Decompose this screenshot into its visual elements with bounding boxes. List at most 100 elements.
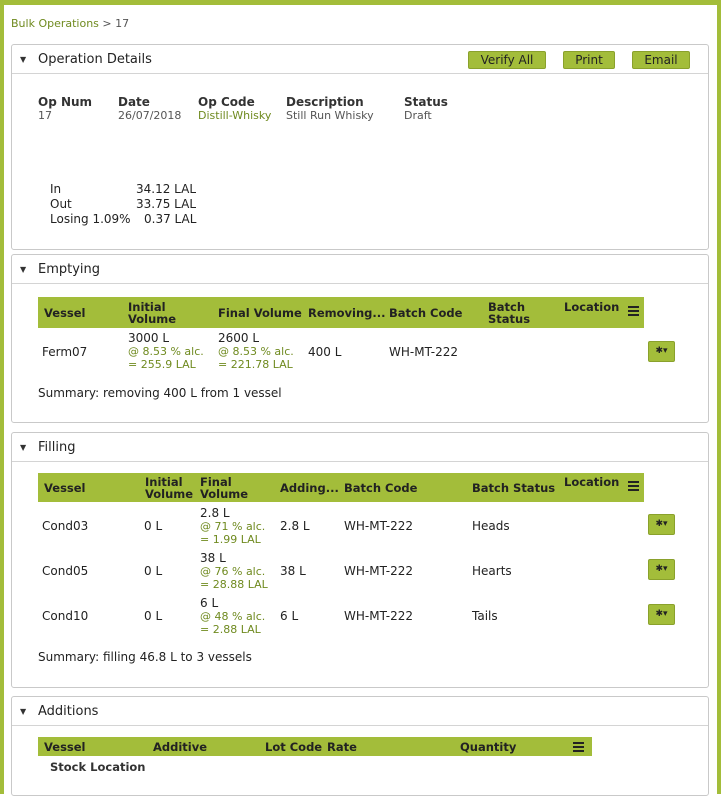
final-lal-value: = 2.88 LAL [200,623,261,636]
menu-icon[interactable] [628,481,639,493]
filling-title: Filling [38,439,76,455]
final-abv-value: @ 76 % alc. [200,565,266,578]
final-abv-value: @ 48 % alc. [200,610,266,623]
vessel-link-cond05[interactable]: Cond05 [42,564,88,578]
emptying-final: 2600 L @ 8.53 % alc. = 221.78 LAL [218,331,294,371]
row-actions-button[interactable]: ✱▾ [648,559,675,580]
total-losing-label: Losing 1.09% [50,212,131,226]
col-quantity[interactable]: Quantity [460,741,516,753]
col-vessel[interactable]: Vessel [44,741,86,753]
batch-status-value: Hearts [472,564,512,578]
final-volume-value: 2600 L [218,331,260,345]
description-value: Still Run Whisky [286,109,374,122]
final-abv-value: @ 71 % alc. [200,520,266,533]
menu-icon[interactable] [573,742,584,754]
verify-all-button[interactable]: Verify All [468,51,546,69]
additions-panel: ▼ Additions Vessel Additive Lot Code Rat… [11,696,709,796]
stock-location-label: Stock Location [50,760,146,774]
breadcrumb-link-bulk-operations[interactable]: Bulk Operations [11,17,99,30]
caret-down-icon[interactable]: ▼ [20,707,29,716]
row-actions-button[interactable]: ✱▾ [648,514,675,535]
gear-icon: ✱▾ [655,609,668,619]
caret-down-icon[interactable]: ▼ [20,55,29,64]
batch-code-link[interactable]: WH-MT-222 [344,564,413,578]
col-initial-volume[interactable]: Initial Volume [145,476,200,500]
initial-volume-value: 0 L [144,519,163,533]
col-batch-status[interactable]: Batch Status [488,301,538,325]
initial-volume-value: 0 L [144,609,163,623]
breadcrumb-current: 17 [115,17,130,30]
col-additive[interactable]: Additive [153,741,207,753]
op-code-link[interactable]: Distill-Whisky [198,109,271,122]
col-location[interactable]: Location [564,301,619,313]
menu-icon[interactable] [628,306,639,318]
final-volume-value: 6 L [200,596,219,610]
filling-final-cond05: 38 L @ 76 % alc. = 28.88 LAL [200,551,268,591]
date-label: Date [118,95,150,109]
total-out-label: Out [50,197,72,211]
total-in-label: In [50,182,62,196]
email-button[interactable]: Email [632,51,690,69]
batch-code-link[interactable]: WH-MT-222 [344,609,413,623]
initial-volume-value: 3000 L [128,331,170,345]
adding-value: 6 L [280,609,299,623]
adding-value: 2.8 L [280,519,310,533]
filling-final-cond10: 6 L @ 48 % alc. = 2.88 LAL [200,596,265,636]
row-actions-button[interactable]: ✱▾ [648,341,675,362]
operation-details-panel: ▼ Operation Details Verify All Print Ema… [11,44,709,250]
col-batch-code[interactable]: Batch Code [344,482,417,494]
col-lot-code[interactable]: Lot Code [265,741,322,753]
batch-code-link[interactable]: WH-MT-222 [389,345,458,359]
breadcrumb-separator: > [98,17,116,30]
batch-status-value: Heads [472,519,510,533]
vessel-link-cond03[interactable]: Cond03 [42,519,88,533]
col-final-volume[interactable]: Final Volume [218,307,302,319]
print-button[interactable]: Print [563,51,615,69]
col-rate[interactable]: Rate [327,741,357,753]
filling-header[interactable]: ▼ Filling [12,433,708,462]
breadcrumb: Bulk Operations > 17 [11,17,129,30]
col-removing[interactable]: Removing... [308,307,386,319]
initial-volume-value: 0 L [144,564,163,578]
col-vessel[interactable]: Vessel [44,307,86,319]
col-final-volume[interactable]: Final Volume [200,476,255,500]
col-location[interactable]: Location [564,476,619,488]
additions-header[interactable]: ▼ Additions [12,697,708,726]
initial-abv-value: @ 8.53 % alc. [128,345,204,358]
col-vessel[interactable]: Vessel [44,482,86,494]
initial-lal-value: = 255.9 LAL [128,358,196,371]
col-adding[interactable]: Adding... [280,482,339,494]
col-batch-status[interactable]: Batch Status [472,482,555,494]
total-losing-value: 0.37 LAL [144,212,197,226]
additions-title: Additions [38,703,99,719]
final-abv-value: @ 8.53 % alc. [218,345,294,358]
vessel-link-cond10[interactable]: Cond10 [42,609,88,623]
final-lal-value: = 221.78 LAL [218,358,293,371]
final-lal-value: = 1.99 LAL [200,533,261,546]
status-label: Status [404,95,448,109]
total-out-value: 33.75 LAL [136,197,197,211]
total-in-value: 34.12 LAL [136,182,197,196]
col-initial-volume[interactable]: Initial Volume [128,301,203,325]
caret-down-icon[interactable]: ▼ [20,265,29,274]
emptying-initial: 3000 L @ 8.53 % alc. = 255.9 LAL [128,331,204,371]
operation-details-title: Operation Details [38,51,152,67]
op-num-value: 17 [38,109,52,122]
vessel-link-ferm07[interactable]: Ferm07 [42,345,87,359]
emptying-table-header: Vessel Initial Volume Final Volume Remov… [38,297,644,328]
op-code-label: Op Code [198,95,255,109]
removing-value: 400 L [308,345,342,359]
final-volume-value: 38 L [200,551,226,565]
gear-icon: ✱▾ [655,346,668,356]
filling-panel: ▼ Filling Vessel Initial Volume Final Vo… [11,432,709,688]
batch-code-link[interactable]: WH-MT-222 [344,519,413,533]
emptying-header[interactable]: ▼ Emptying [12,255,708,284]
operation-details-header[interactable]: ▼ Operation Details Verify All Print Ema… [12,45,708,74]
emptying-panel: ▼ Emptying Vessel Initial Volume Final V… [11,254,709,423]
final-lal-value: = 28.88 LAL [200,578,268,591]
col-batch-code[interactable]: Batch Code [389,307,462,319]
row-actions-button[interactable]: ✱▾ [648,604,675,625]
date-value: 26/07/2018 [118,109,182,122]
gear-icon: ✱▾ [655,519,668,529]
caret-down-icon[interactable]: ▼ [20,443,29,452]
